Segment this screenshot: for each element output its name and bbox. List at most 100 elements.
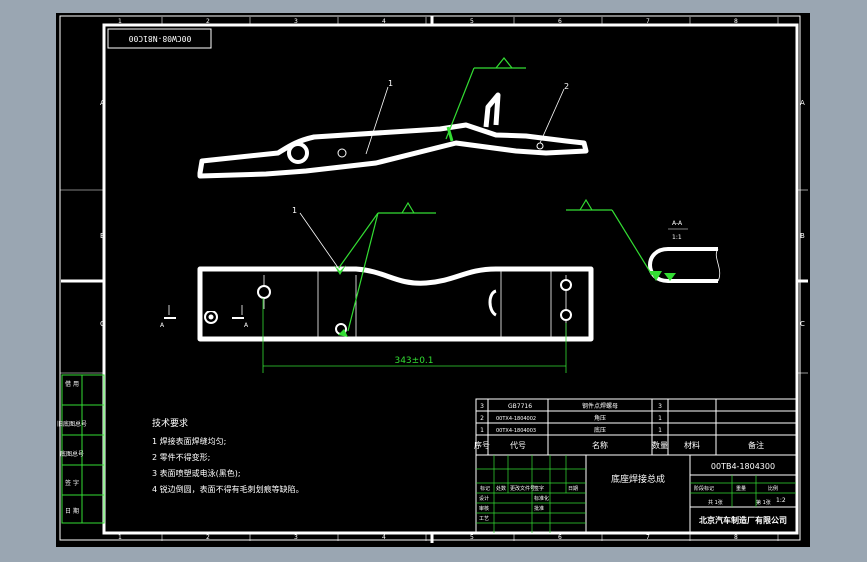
title-block-scale: 1:2 <box>776 497 786 504</box>
stage-label-mark: 阶段标记 <box>694 485 714 492</box>
bom-header-no: 序号 <box>474 440 490 450</box>
dimension-text: 343±0.1 <box>394 356 433 366</box>
side-view-weld-nut <box>337 148 347 158</box>
plan-hole-3 <box>560 309 572 321</box>
zone-number-bottom-2: 2 <box>206 534 210 541</box>
zone-number-top-1: 1 <box>118 18 122 25</box>
tech-req-item-4: 4 锐边倒圆，表面不得有毛刺划痕等缺陷。 <box>152 484 304 494</box>
zone-letter-right-c: C <box>800 320 805 328</box>
bom-row-3-no: 1 <box>480 427 484 434</box>
left-strip-borrow: 借 用 <box>65 380 79 388</box>
bom-row-2-no: 2 <box>480 415 484 422</box>
zone-number-bottom-7: 7 <box>646 534 650 541</box>
bom-row-1-qty: 3 <box>658 403 662 410</box>
title-block-sheet-count: 共 1张 <box>708 499 723 506</box>
part-plan-view <box>197 266 594 342</box>
zone-number-top-4: 4 <box>382 18 386 25</box>
zone-number-top-8: 8 <box>734 18 738 25</box>
plan-hole-2 <box>560 279 572 291</box>
bom-header-code: 代号 <box>510 440 526 450</box>
side-view-small-hole <box>536 142 544 150</box>
zone-letter-right-b: B <box>800 232 805 240</box>
section-marker-left-label: A <box>160 322 165 329</box>
bom-row-1-no: 3 <box>480 403 484 410</box>
zone-letter-left-a: A <box>100 99 105 107</box>
section-label-bottom: 1:1 <box>672 234 682 241</box>
left-strip-old-base: 旧底图总号 <box>57 420 87 428</box>
tech-req-item-3: 3 表面喷塑或电泳(黑色); <box>152 468 241 478</box>
plan-hole-5-center <box>208 314 214 320</box>
balloon-2: 2 <box>564 82 569 91</box>
left-strip-sign: 签 字 <box>65 479 79 487</box>
bom-row-2-name: 角压 <box>594 414 606 422</box>
cad-viewport[interactable]: A B C A B C 1 2 3 4 5 6 7 8 1 2 3 4 5 6 7 8 00CW08-N81… <box>56 13 810 547</box>
role-design: 设计 <box>479 495 489 502</box>
title-block-sheet-no: 第 1张 <box>756 499 771 506</box>
zone-letter-right-a: A <box>800 99 805 107</box>
part-side-view <box>197 92 589 179</box>
tech-req-title: 技术要求 <box>152 417 188 429</box>
drawing-number-mirrored: 00CW08-N81C00 <box>129 34 192 43</box>
bom-row-2-qty: 1 <box>658 415 662 422</box>
plan-slot <box>206 303 218 311</box>
zone-letter-left-c: C <box>100 320 105 328</box>
zone-number-bottom-1: 1 <box>118 534 122 541</box>
title-block-title: 底座焊接总成 <box>611 473 665 485</box>
weld-leader-section <box>566 198 653 276</box>
bom-header-name: 名称 <box>592 440 608 450</box>
section-break-line <box>715 248 721 282</box>
role-process: 工艺 <box>479 516 489 522</box>
bom-row-2-code: 00TX4-1804002 <box>496 416 536 422</box>
drawing-sheet: A B C A B C 1 2 3 4 5 6 7 8 1 2 3 4 5 6 7 8 00CW08-N81… <box>57 15 808 543</box>
section-marker-right-label: A <box>244 322 249 329</box>
balloon-3: 1 <box>292 206 297 215</box>
bom-row-1-name: 钢件点焊螺母 <box>582 402 618 410</box>
zone-number-bottom-5: 5 <box>470 534 474 541</box>
plan-hole-1 <box>257 285 271 299</box>
zone-number-top-2: 2 <box>206 18 210 25</box>
rev-label-date: 日期 <box>568 486 578 492</box>
balloon-2-leader <box>539 88 565 144</box>
role-standard: 标准化 <box>534 495 549 502</box>
zone-number-bottom-3: 3 <box>294 534 298 541</box>
section-marker-right <box>232 305 244 319</box>
rev-label-sign: 签字 <box>534 485 544 492</box>
rev-label-count: 处数 <box>496 485 506 492</box>
bom-row-1-code: GB7716 <box>508 403 532 410</box>
balloon-3-leader <box>299 212 340 270</box>
title-block-company: 北京汽车制造厂有限公司 <box>699 515 787 525</box>
stage-label-weight: 重量 <box>736 485 746 492</box>
zone-number-top-7: 7 <box>646 18 650 25</box>
bom-rows: 3 GB7716 钢件点焊螺母 3 2 00TX4-1804002 角压 1 1… <box>474 402 764 450</box>
section-view-aa <box>648 247 718 283</box>
left-strip-date: 日 期 <box>65 507 79 515</box>
role-approve: 批准 <box>534 505 544 512</box>
stage-label-scale: 比例 <box>768 485 778 492</box>
bom-header-qty: 数量 <box>652 440 668 450</box>
zone-letter-left-b: B <box>100 232 105 240</box>
zone-number-top-5: 5 <box>470 18 474 25</box>
title-block-drawing-no: 00TB4-1804300 <box>711 462 775 471</box>
role-review: 审核 <box>479 505 489 512</box>
rev-label-doc: 更改文件号 <box>510 485 535 492</box>
bom-row-3-qty: 1 <box>658 427 662 434</box>
tech-req-item-2: 2 零件不得变形; <box>152 452 210 462</box>
bom-row-3-code: 00TX4-1804003 <box>496 428 536 434</box>
zone-number-top-3: 3 <box>294 18 298 25</box>
left-strip-table: 借 用 旧底图总号 底图总号 签 字 日 期 <box>57 374 105 524</box>
bom-header-material: 材料 <box>684 440 700 450</box>
zone-number-top-6: 6 <box>558 18 562 25</box>
side-view-hole <box>287 142 309 164</box>
zone-number-bottom-4: 4 <box>382 534 386 541</box>
left-strip-base-no: 底图总号 <box>60 450 84 458</box>
section-marker-left <box>164 305 176 319</box>
balloon-1: 1 <box>388 79 393 88</box>
section-label-top: A-A <box>672 220 683 227</box>
bom-row-3-name: 底压 <box>594 426 606 434</box>
tech-req-item-1: 1 焊接表面焊缝均匀; <box>152 436 226 446</box>
balloon-1-leader <box>365 86 389 155</box>
bom-header-remark: 备注 <box>748 440 764 450</box>
rev-label-mark: 标记 <box>480 485 490 492</box>
zone-number-bottom-6: 6 <box>558 534 562 541</box>
zone-number-bottom-8: 8 <box>734 534 738 541</box>
